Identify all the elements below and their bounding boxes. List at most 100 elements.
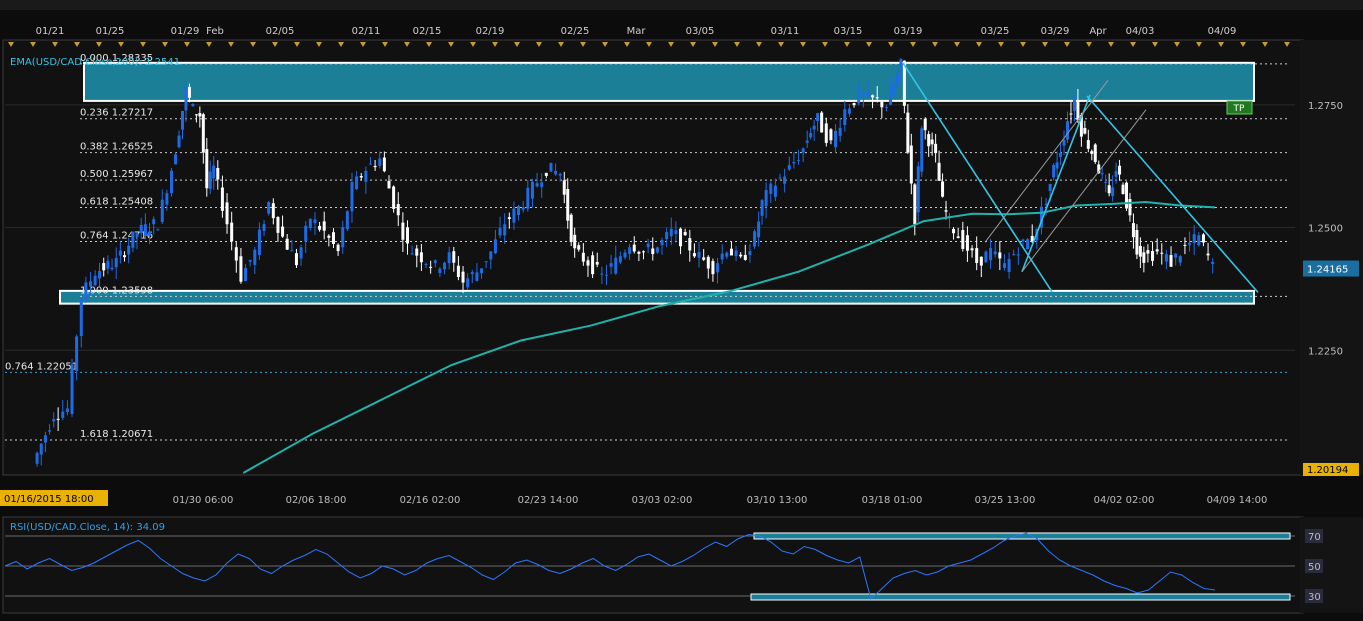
candle-body (965, 235, 969, 251)
candle-body (930, 139, 934, 145)
candle-body (1169, 255, 1173, 267)
candle-body (470, 272, 474, 275)
low-price-label: 1.20194 (1307, 465, 1348, 476)
candle-body (651, 248, 655, 255)
fib-level-label: 0.382 1.26525 (80, 142, 153, 153)
candle-body (452, 251, 456, 263)
candle-body (392, 186, 396, 209)
candle-body (989, 248, 993, 261)
candle-body (1125, 182, 1128, 209)
top-date-label: 02/19 (476, 26, 505, 37)
candle-body (614, 257, 618, 274)
time-axis-label: 01/30 06:00 (173, 495, 234, 506)
candle-body (456, 265, 460, 278)
candle-body (1188, 242, 1192, 245)
candle-body (521, 207, 525, 210)
candle-body (805, 140, 809, 143)
candle-body (866, 91, 870, 97)
candle-body (106, 260, 110, 269)
candle-body (660, 239, 664, 246)
time-axis-label: 04/02 02:00 (1094, 495, 1155, 506)
candle-body (489, 251, 493, 260)
time-axis-label: 03/18 01:00 (862, 495, 923, 506)
rsi-tick-label: 30 (1308, 592, 1321, 603)
candle-body (739, 254, 743, 257)
candle-body (920, 128, 924, 172)
time-axis-label: 04/09 14:00 (1207, 495, 1268, 506)
candle-body (244, 268, 248, 282)
candle-body (706, 256, 710, 269)
time-axis-label: 03/25 13:00 (975, 495, 1036, 506)
candle-body (760, 200, 764, 216)
current-price-label: 1.24165 (1307, 265, 1348, 276)
candle-body (152, 219, 156, 225)
candle-body (875, 97, 879, 99)
candle-body (581, 252, 585, 262)
top-date-label: 04/03 (1126, 26, 1155, 37)
candle-body (975, 248, 979, 263)
top-date-label: 03/25 (981, 26, 1010, 37)
fib-level-label: 0.236 1.27217 (80, 108, 153, 119)
candle-body (135, 233, 139, 238)
candle-body (118, 250, 122, 256)
candle-body (757, 221, 761, 238)
candle-body (801, 148, 805, 153)
candle-body (797, 160, 801, 162)
candle-body (852, 103, 856, 106)
candle-body (544, 172, 548, 176)
candle-body (327, 235, 331, 238)
candle-body (410, 253, 414, 255)
candle-body (281, 226, 285, 237)
time-axis-label: 02/23 14:00 (518, 495, 579, 506)
candle-body (123, 255, 127, 258)
candle-body (769, 183, 773, 194)
candle-body (892, 84, 896, 97)
candle-body (526, 187, 530, 209)
candle-body (271, 203, 275, 219)
top-date-label: 01/29 (171, 26, 200, 37)
candle-body (35, 452, 39, 464)
start-timestamp: 01/16/2015 18:00 (4, 494, 94, 505)
candle-body (591, 255, 595, 275)
candle-body (1093, 144, 1097, 162)
candle-body (540, 182, 544, 188)
candle-body (493, 239, 497, 254)
candle-body (160, 199, 164, 223)
candle-body (637, 251, 641, 254)
candle-body (1146, 250, 1150, 254)
candle-body (970, 248, 974, 251)
candle-body (1183, 244, 1187, 246)
top-date-label: Feb (206, 26, 224, 37)
usdcad-chart[interactable]: 01/21 01/25 01/29 Feb 02/05 02/11 02/15 02/19 02… (0, 0, 1363, 621)
candle-body (1131, 223, 1135, 238)
candle-body (1021, 239, 1025, 242)
candle-body (194, 114, 198, 116)
candle-body (220, 187, 224, 211)
rsi-oversold-zone (750, 593, 1291, 601)
candle-body (998, 252, 1002, 259)
candle-body (98, 271, 102, 279)
candle-body (39, 443, 43, 455)
top-date-label: 03/29 (1041, 26, 1070, 37)
candle-body (512, 208, 516, 223)
support-zone (59, 289, 1255, 305)
candle-body (1160, 252, 1164, 254)
candle-body (114, 257, 118, 268)
candle-body (1111, 187, 1115, 196)
candle-body (554, 170, 558, 175)
candle-body (89, 281, 93, 287)
candle-body (43, 435, 47, 443)
candle-body (498, 228, 502, 236)
top-date-label: 03/05 (686, 26, 715, 37)
candle-body (148, 231, 152, 236)
candle-body (475, 272, 479, 281)
candle-body (1066, 121, 1069, 140)
time-axis-label: 02/16 02:00 (400, 495, 461, 506)
candle-body (181, 110, 184, 130)
candle-body (84, 282, 88, 301)
candle-body (484, 261, 488, 263)
candle-body (1201, 234, 1205, 243)
candle-body (600, 273, 604, 275)
candle-body (1048, 183, 1052, 192)
candle-body (1206, 253, 1210, 256)
